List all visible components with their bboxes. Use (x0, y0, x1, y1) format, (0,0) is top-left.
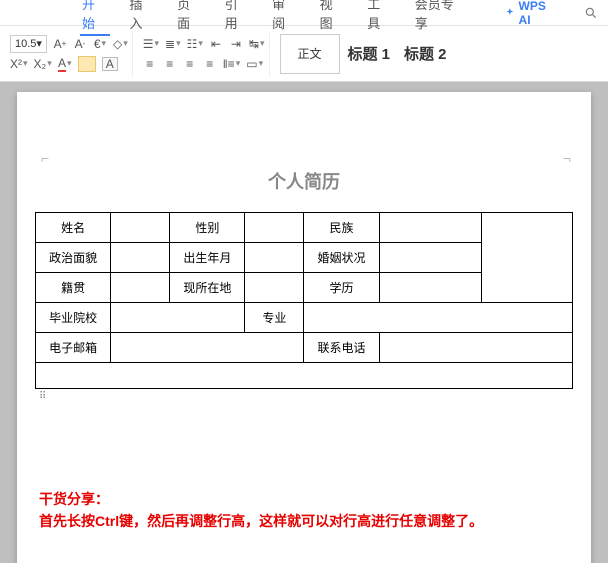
number-list-button[interactable]: ≣▾ (165, 35, 181, 53)
font-size-input[interactable]: 10.5▾ (10, 35, 47, 53)
font-color-button[interactable]: A▾ (58, 55, 72, 73)
styles-group: 正文 标题 1 标题 2 (276, 31, 457, 77)
cell-politics-value[interactable] (111, 243, 170, 273)
align-center-button[interactable]: ≡ (163, 55, 177, 73)
tip-text: 干货分享： 首先长按Ctrl键，然后再调整行高，这样就可以对行高进行任意调整了。 (35, 488, 573, 533)
sparkle-icon (504, 7, 516, 19)
cell-phone-value[interactable] (379, 333, 572, 363)
superscript-button[interactable]: X₂▾ (34, 55, 52, 73)
document-viewport[interactable]: ⌐ ¬ 个人简历 姓名 性别 民族 政治面貌 出生年月 (0, 82, 608, 563)
cell-ethnicity-value[interactable] (379, 213, 481, 243)
cell-education-value[interactable] (379, 273, 481, 303)
crop-mark-right-icon: ¬ (563, 150, 571, 166)
table-row[interactable] (36, 363, 573, 389)
cell-name-value[interactable] (111, 213, 170, 243)
page-title: 个人简历 (35, 168, 573, 194)
cell-hometown-label[interactable]: 籍贯 (36, 273, 111, 303)
tip-body: 首先长按Ctrl键，然后再调整行高，这样就可以对行高进行任意调整了。 (39, 510, 569, 532)
wps-ai-button[interactable]: WPS AI (504, 0, 560, 27)
cell-politics-label[interactable]: 政治面貌 (36, 243, 111, 273)
tip-header: 干货分享： (39, 488, 569, 510)
line-spacing-button[interactable]: ‖≡▾ (223, 55, 241, 73)
document-page[interactable]: ⌐ ¬ 个人简历 姓名 性别 民族 政治面貌 出生年月 (17, 92, 591, 563)
cell-education-label[interactable]: 学历 (304, 273, 379, 303)
cell-gender-value[interactable] (245, 213, 304, 243)
cell-gender-label[interactable]: 性别 (170, 213, 245, 243)
clear-format-button[interactable]: ◇▾ (113, 35, 128, 53)
outdent-button[interactable]: ⇤ (209, 35, 223, 53)
cell-major-label[interactable]: 专业 (245, 303, 304, 333)
table-row[interactable]: 毕业院校 专业 (36, 303, 573, 333)
menu-bar: 开始 插入 页面 引用 审阅 视图 工具 会员专享 WPS AI (0, 0, 608, 26)
cell-ethnicity-label[interactable]: 民族 (304, 213, 379, 243)
cell-empty-row[interactable] (36, 363, 573, 389)
table-resize-handle-icon[interactable]: ⠿ (35, 391, 573, 402)
paragraph-group: ☰▾ ≣▾ ☷▾ ⇤ ⇥ ↹▾ ≡ ≡ ≡ ≡ ‖≡▾ ▭▾ (139, 31, 270, 77)
style-body[interactable]: 正文 (280, 34, 340, 74)
style-h2[interactable]: 标题 2 (398, 43, 453, 64)
cell-email-value[interactable] (111, 333, 304, 363)
table-row[interactable]: 电子邮箱 联系电话 (36, 333, 573, 363)
align-left-button[interactable]: ≡ (143, 55, 157, 73)
cell-major-value[interactable] (304, 303, 573, 333)
bullet-list-button[interactable]: ☰▾ (143, 35, 159, 53)
tab-button[interactable]: ↹▾ (249, 35, 265, 53)
cell-birth-label[interactable]: 出生年月 (170, 243, 245, 273)
cell-marriage-label[interactable]: 婚姻状况 (304, 243, 379, 273)
indent-button[interactable]: ⇥ (229, 35, 243, 53)
ribbon-toolbar: 10.5▾ A+ A- €▾ ◇▾ X²▾ X₂▾ A▾ A ☰▾ ≣▾ ☷▾ … (0, 26, 608, 82)
subscript-button[interactable]: X²▾ (10, 55, 28, 73)
cell-email-label[interactable]: 电子邮箱 (36, 333, 111, 363)
cell-location-value[interactable] (245, 273, 304, 303)
cell-birth-value[interactable] (245, 243, 304, 273)
font-group: 10.5▾ A+ A- €▾ ◇▾ X²▾ X₂▾ A▾ A (6, 31, 133, 77)
cell-school-value[interactable] (111, 303, 245, 333)
shrink-font-button[interactable]: A- (73, 35, 87, 53)
align-right-button[interactable]: ≡ (183, 55, 197, 73)
cell-hometown-value[interactable] (111, 273, 170, 303)
change-case-button[interactable]: €▾ (93, 35, 107, 53)
border-button[interactable]: ▭▾ (246, 55, 263, 73)
style-h1[interactable]: 标题 1 (342, 43, 397, 64)
multilevel-list-button[interactable]: ☷▾ (187, 35, 203, 53)
cell-photo[interactable] (481, 213, 572, 303)
search-icon[interactable] (584, 6, 598, 20)
char-shading-button[interactable]: A (102, 57, 118, 71)
crop-mark-left-icon: ⌐ (41, 150, 49, 166)
highlight-button[interactable] (78, 56, 96, 72)
cell-school-label[interactable]: 毕业院校 (36, 303, 111, 333)
grow-font-button[interactable]: A+ (53, 35, 67, 53)
cell-phone-label[interactable]: 联系电话 (304, 333, 379, 363)
align-justify-button[interactable]: ≡ (203, 55, 217, 73)
wps-ai-label: WPS AI (519, 0, 560, 27)
cell-name-label[interactable]: 姓名 (36, 213, 111, 243)
cell-location-label[interactable]: 现所在地 (170, 273, 245, 303)
resume-table[interactable]: 姓名 性别 民族 政治面貌 出生年月 婚姻状况 籍贯 现所在地 (35, 212, 573, 389)
table-row[interactable]: 姓名 性别 民族 (36, 213, 573, 243)
cell-marriage-value[interactable] (379, 243, 481, 273)
